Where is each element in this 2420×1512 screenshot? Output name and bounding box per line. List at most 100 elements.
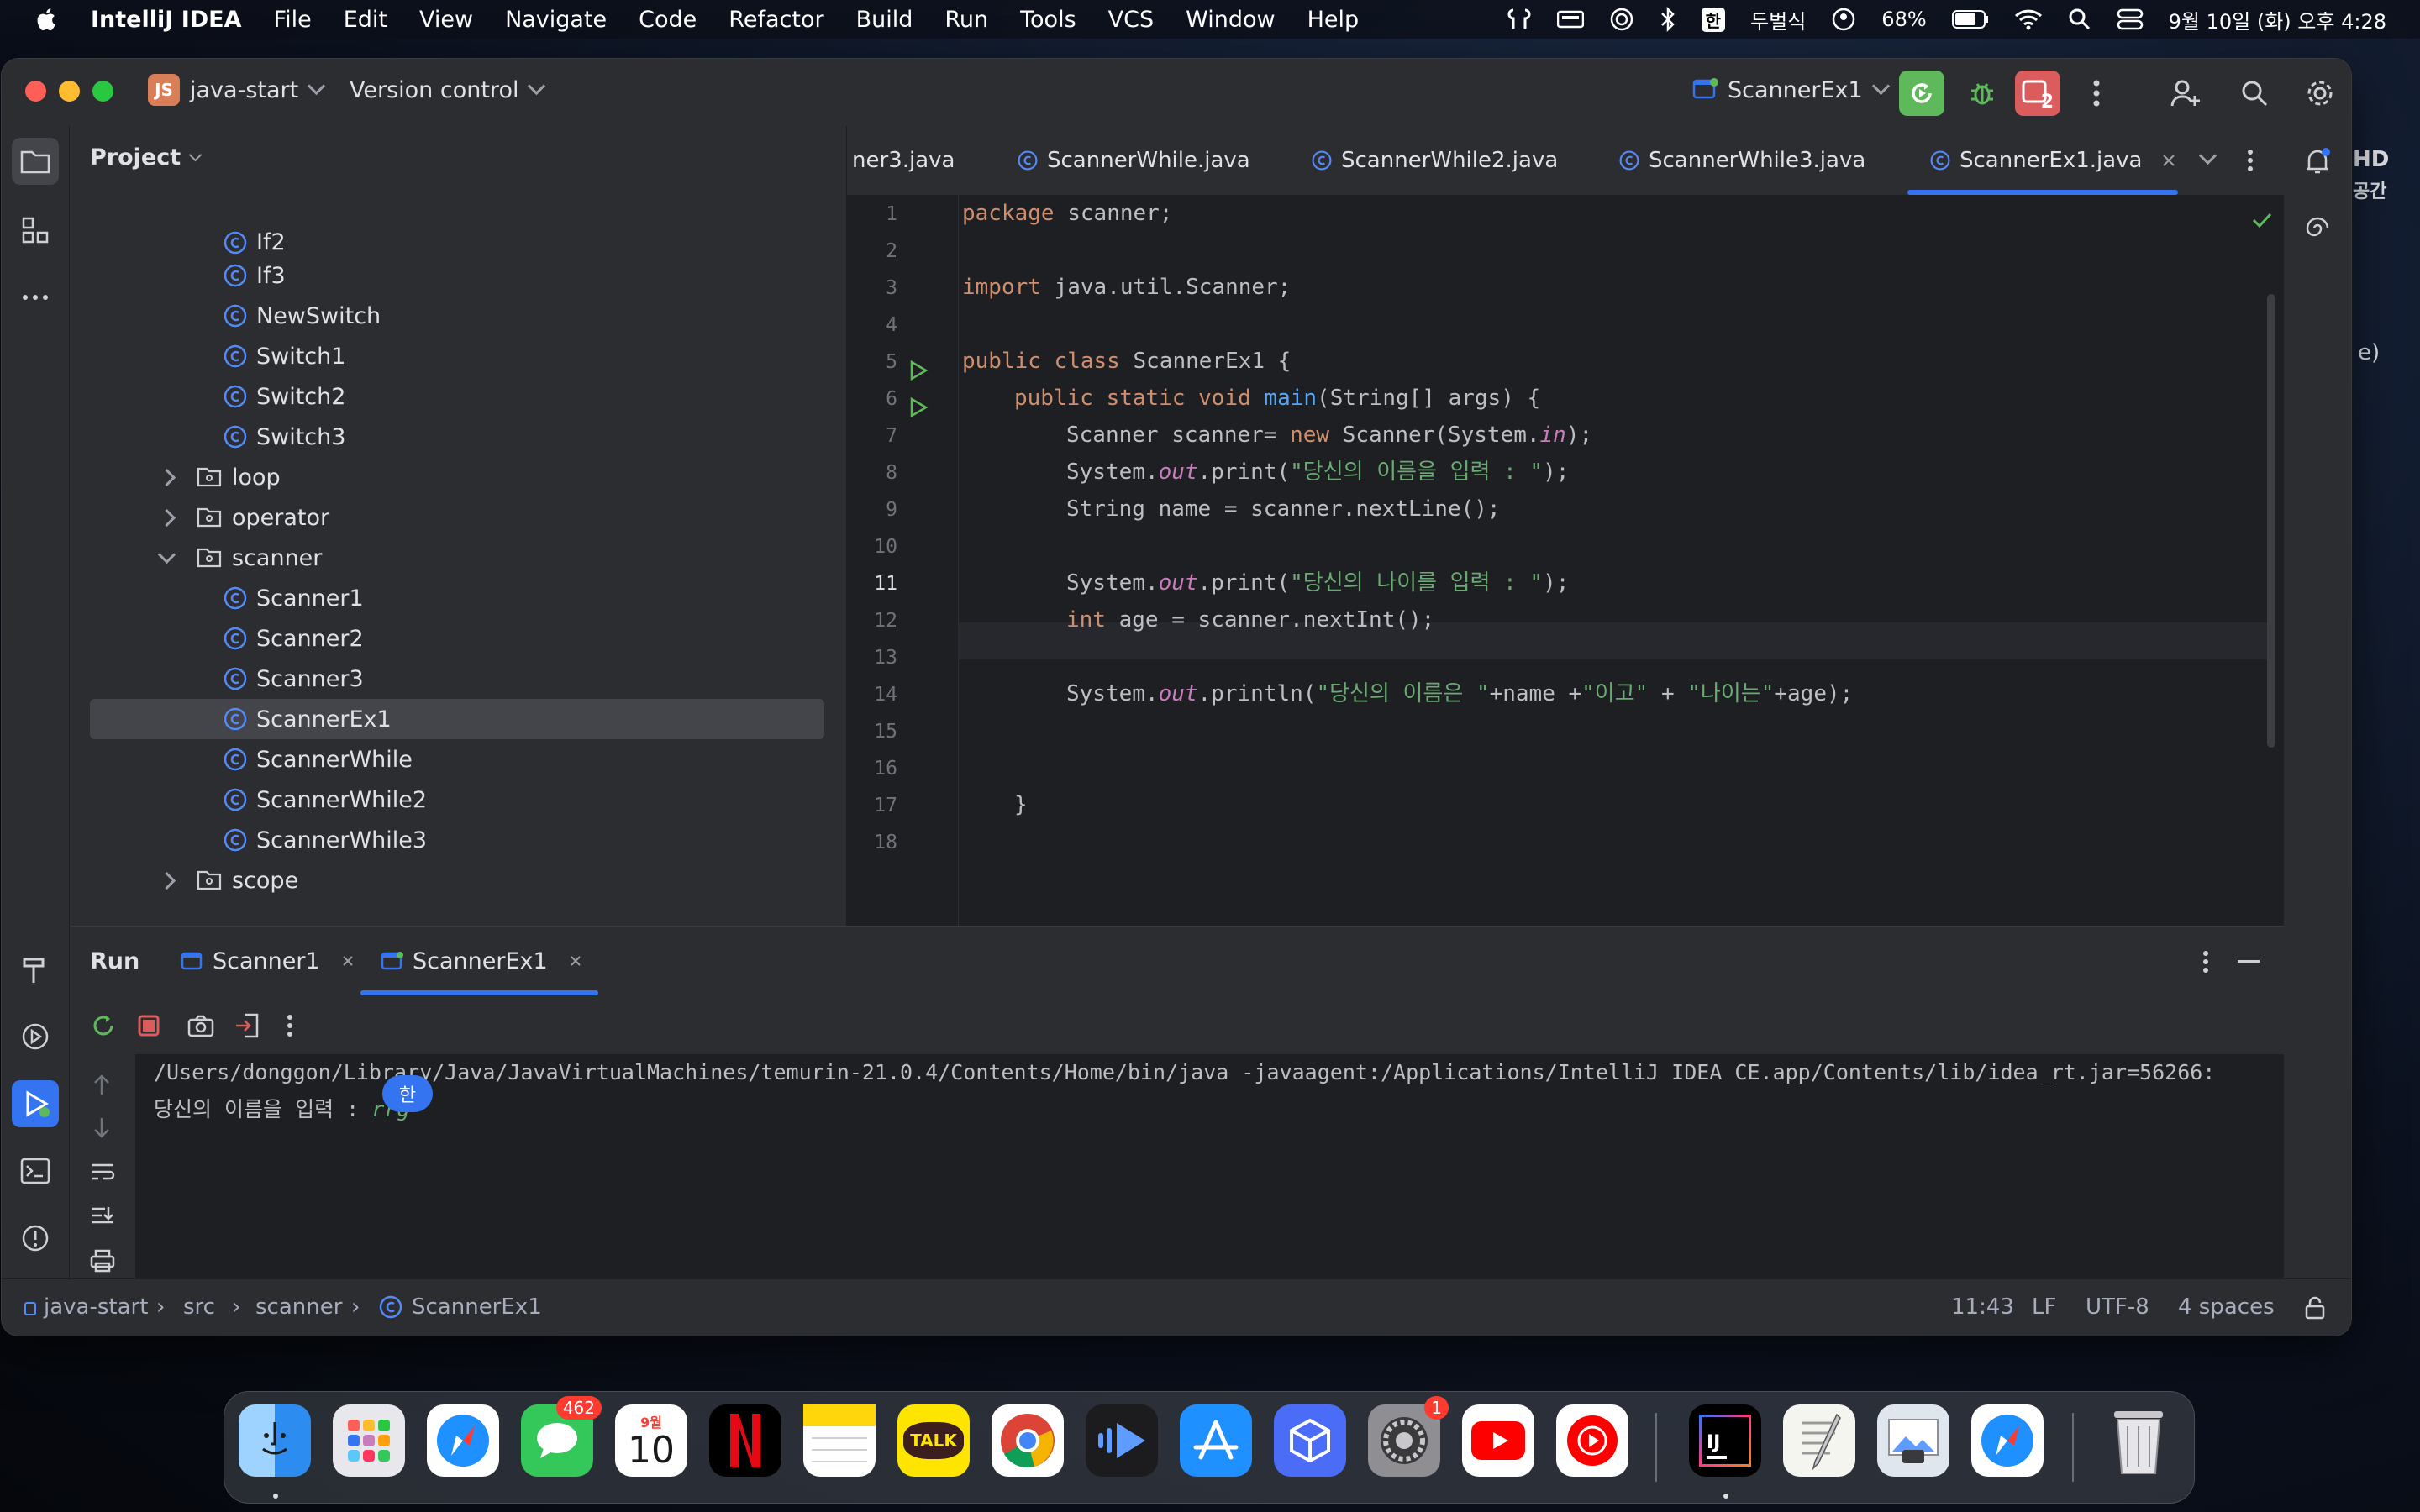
rerun-icon[interactable] <box>90 1012 117 1039</box>
run-tool-button[interactable] <box>12 1080 59 1127</box>
dock-safari[interactable] <box>427 1404 499 1477</box>
run-gutter-icon[interactable] <box>908 396 929 418</box>
dock-launchpad[interactable] <box>333 1404 405 1477</box>
input-source-label[interactable]: 두벌식 <box>1750 5 1806 34</box>
minimize-panel-icon[interactable] <box>2238 960 2260 963</box>
bluetooth-icon[interactable] <box>1660 7 1676 32</box>
tree-item-newswitch[interactable]: NewSwitch <box>223 296 381 336</box>
menu-window[interactable]: Window <box>1186 7 1275 33</box>
tab-scannerwhile2[interactable]: ScannerWhile2.java <box>1311 126 1558 195</box>
control-center-icon[interactable] <box>2117 8 2144 31</box>
project-tool-button[interactable] <box>12 138 59 185</box>
ai-assistant-button[interactable] <box>2294 205 2341 252</box>
menu-code[interactable]: Code <box>639 7 697 33</box>
print-icon[interactable] <box>90 1249 115 1273</box>
console-output[interactable]: /Users/donggon/Library/Java/JavaVirtualM… <box>154 1054 2215 1128</box>
menu-edit[interactable]: Edit <box>344 7 387 33</box>
dock-system-settings[interactable]: 1 <box>1368 1396 1449 1477</box>
chevron-right-icon[interactable] <box>157 468 176 486</box>
stop-icon[interactable] <box>137 1014 160 1037</box>
user-icon[interactable] <box>1831 7 1856 32</box>
exit-icon[interactable] <box>234 1012 260 1039</box>
tree-item-scannerwhile[interactable]: ScannerWhile <box>223 739 413 780</box>
more-tools-button[interactable] <box>12 274 59 321</box>
tree-item-scanner2[interactable]: Scanner2 <box>223 618 364 659</box>
chevron-right-icon[interactable] <box>157 508 176 527</box>
line-separator[interactable]: LF <box>2032 1294 2056 1320</box>
run-tab-scannerex1[interactable]: ScannerEx1 <box>360 927 598 995</box>
dock-notes[interactable] <box>803 1404 876 1477</box>
tree-item-scope[interactable]: scope <box>157 860 298 900</box>
camera-icon[interactable] <box>187 1014 214 1037</box>
menubar-clock[interactable]: 9월 10일 (화) 오후 4:28 <box>2169 5 2386 34</box>
dock-messages[interactable]: 462 <box>521 1396 602 1477</box>
wifi-icon[interactable] <box>2014 8 2043 30</box>
menu-run[interactable]: Run <box>944 7 988 33</box>
editor-tabs-more-button[interactable] <box>2247 126 2254 195</box>
tab-scannerwhile[interactable]: ScannerWhile.java <box>1017 126 1250 195</box>
tree-item-switch2[interactable]: Switch2 <box>223 376 345 417</box>
dock-app-store[interactable] <box>1180 1404 1252 1477</box>
notifications-button[interactable] <box>2294 138 2341 185</box>
problems-tool-button[interactable] <box>12 1215 59 1262</box>
menu-vcs[interactable]: VCS <box>1108 7 1154 33</box>
dock-netflix[interactable] <box>709 1404 781 1477</box>
run-gutter-icon[interactable] <box>908 360 929 381</box>
dock-cube-app[interactable] <box>1274 1404 1346 1477</box>
tree-item-scannerwhile3[interactable]: ScannerWhile3 <box>223 820 427 860</box>
settings-button[interactable] <box>2297 71 2343 116</box>
dock-finder[interactable] <box>239 1404 311 1477</box>
run-config-selector[interactable]: ScannerEx1 <box>1692 76 1890 103</box>
run-tab-scanner1[interactable]: Scanner1 <box>181 927 354 995</box>
arrow-up-icon[interactable] <box>92 1073 112 1096</box>
dock-calendar[interactable]: 9월 10 <box>615 1404 687 1477</box>
zoom-window-button[interactable] <box>92 81 113 102</box>
dock-chrome[interactable] <box>992 1404 1064 1477</box>
tab-scannerwhile3[interactable]: ScannerWhile3.java <box>1618 126 1865 195</box>
build-tool-button[interactable] <box>12 946 59 993</box>
chevron-down-icon[interactable] <box>157 545 176 564</box>
code-area[interactable]: package scanner; import java.util.Scanne… <box>962 195 2273 926</box>
scroll-to-end-icon[interactable] <box>90 1205 115 1229</box>
tree-item-switch1[interactable]: Switch1 <box>223 336 345 376</box>
tree-item-if3[interactable]: If3 <box>223 255 286 296</box>
tree-item-loop[interactable]: loop <box>157 457 281 497</box>
dock-youtube-music[interactable] <box>1556 1404 1628 1477</box>
airdrop-icon[interactable] <box>1609 7 1634 32</box>
search-everywhere-button[interactable] <box>2232 71 2277 116</box>
tab-scannerex1[interactable]: ScannerEx1.java <box>1907 126 2178 195</box>
dock-preview[interactable] <box>1877 1404 1949 1477</box>
menu-file[interactable]: File <box>274 7 312 33</box>
close-window-button[interactable] <box>25 81 46 102</box>
menu-help[interactable]: Help <box>1307 7 1360 33</box>
dock-trash[interactable] <box>2102 1404 2175 1477</box>
tree-item-scannerwhile2[interactable]: ScannerWhile2 <box>223 780 427 820</box>
menu-navigate[interactable]: Navigate <box>505 7 607 33</box>
tree-item-scanner3[interactable]: Scanner3 <box>223 659 364 699</box>
services-tool-button[interactable] <box>12 1013 59 1060</box>
debug-button[interactable] <box>1960 71 2005 116</box>
dock-safari-second[interactable] <box>1971 1404 2044 1477</box>
project-switcher[interactable]: java-start <box>190 76 326 103</box>
more-actions-button[interactable] <box>2074 71 2119 116</box>
arrow-down-icon[interactable] <box>92 1116 112 1140</box>
project-badge[interactable]: JS <box>148 74 180 106</box>
breadcrumb-project[interactable]: java-start <box>44 1294 148 1320</box>
tab-list-button[interactable] <box>2198 126 2217 195</box>
stop-button[interactable]: 2 <box>2015 71 2060 116</box>
indent-setting[interactable]: 4 spaces <box>2178 1294 2275 1320</box>
close-tab-icon[interactable] <box>570 955 581 967</box>
tree-item-switch3[interactable]: Switch3 <box>223 417 345 457</box>
tab-scanner3[interactable]: ner3.java <box>852 126 955 195</box>
menu-refactor[interactable]: Refactor <box>729 7 823 33</box>
apple-icon[interactable] <box>34 7 57 32</box>
rerun-button[interactable] <box>1899 71 1944 116</box>
spotlight-icon[interactable] <box>2068 8 2091 31</box>
keyboard-brightness-icon[interactable] <box>1556 9 1584 29</box>
minimize-window-button[interactable] <box>59 81 80 102</box>
tree-item-scanner1[interactable]: Scanner1 <box>223 578 364 618</box>
input-source-badge[interactable]: 한 <box>1701 7 1726 32</box>
dock-textedit[interactable] <box>1783 1404 1855 1477</box>
vertical-dots-icon[interactable] <box>287 1014 293 1037</box>
menu-view[interactable]: View <box>419 7 473 33</box>
